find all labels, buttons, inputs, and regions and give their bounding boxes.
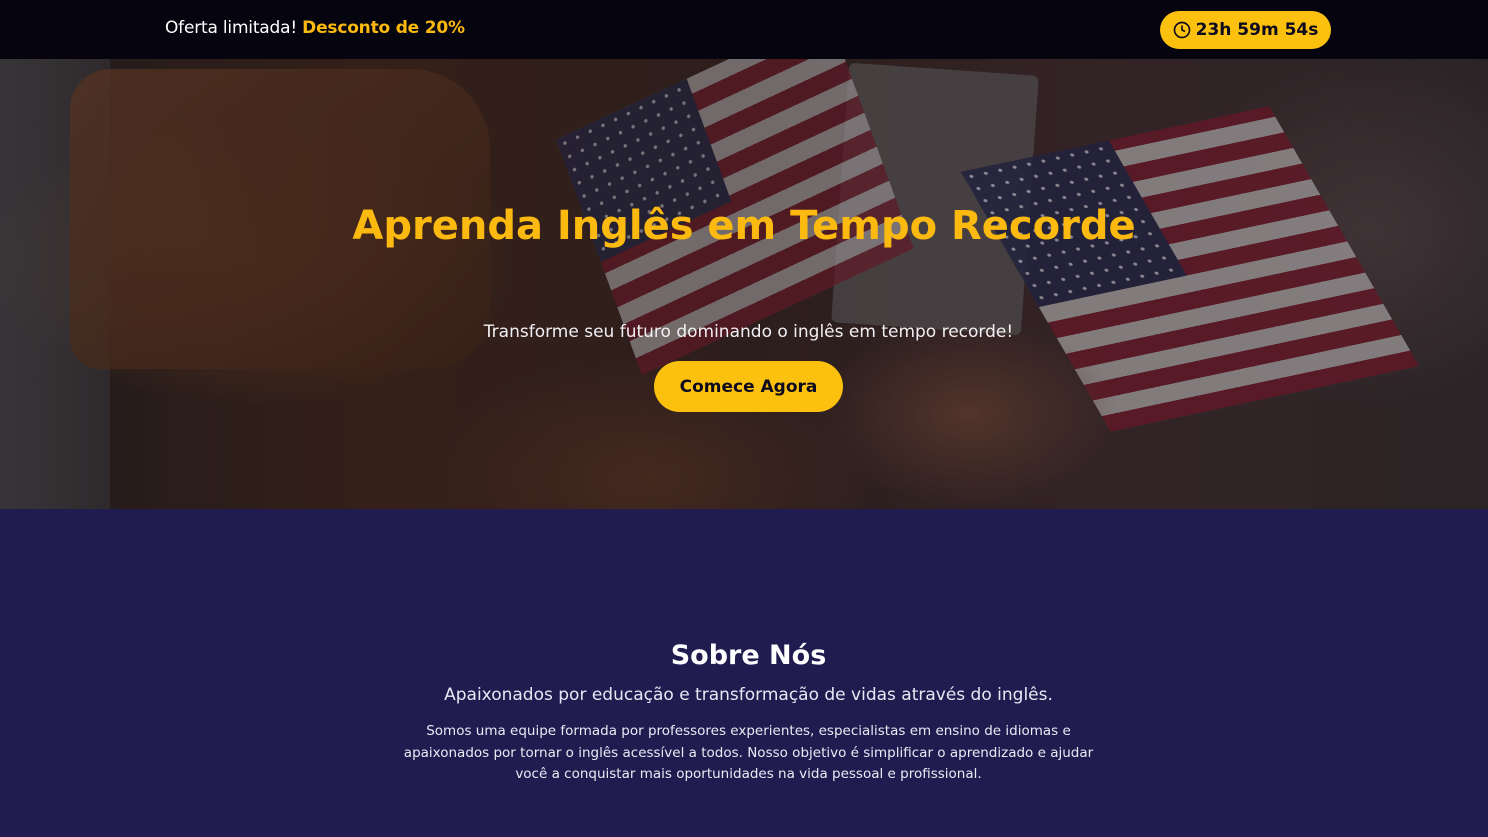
clock-icon (1173, 21, 1190, 39)
start-now-button[interactable]: Comece Agora (654, 361, 843, 412)
about-section: Sobre Nós Apaixonados por educação e tra… (0, 509, 1488, 837)
about-subtitle: Apaixonados por educação e transformação… (444, 685, 1053, 705)
promo-offer-label: Oferta limitada! (165, 18, 297, 38)
hero-subtitle: Transforme seu futuro dominando o inglês… (483, 322, 1014, 342)
hero-section: Aprenda Inglês em Tempo Recorde Transfor… (0, 59, 1488, 509)
promo-offer: Oferta limitada! Desconto de 20% (165, 18, 465, 38)
promo-bar: Oferta limitada! Desconto de 20% 23h 59m… (0, 0, 1488, 59)
countdown-text: 23h 59m 54s (1195, 20, 1319, 40)
about-title: Sobre Nós (670, 640, 827, 671)
about-description: Somos uma equipe formada por professores… (403, 723, 1094, 782)
hero-title: Aprenda Inglês em Tempo Recorde (352, 203, 1136, 249)
promo-discount: Desconto de 20% (302, 18, 465, 38)
countdown-timer: 23h 59m 54s (1160, 11, 1331, 49)
